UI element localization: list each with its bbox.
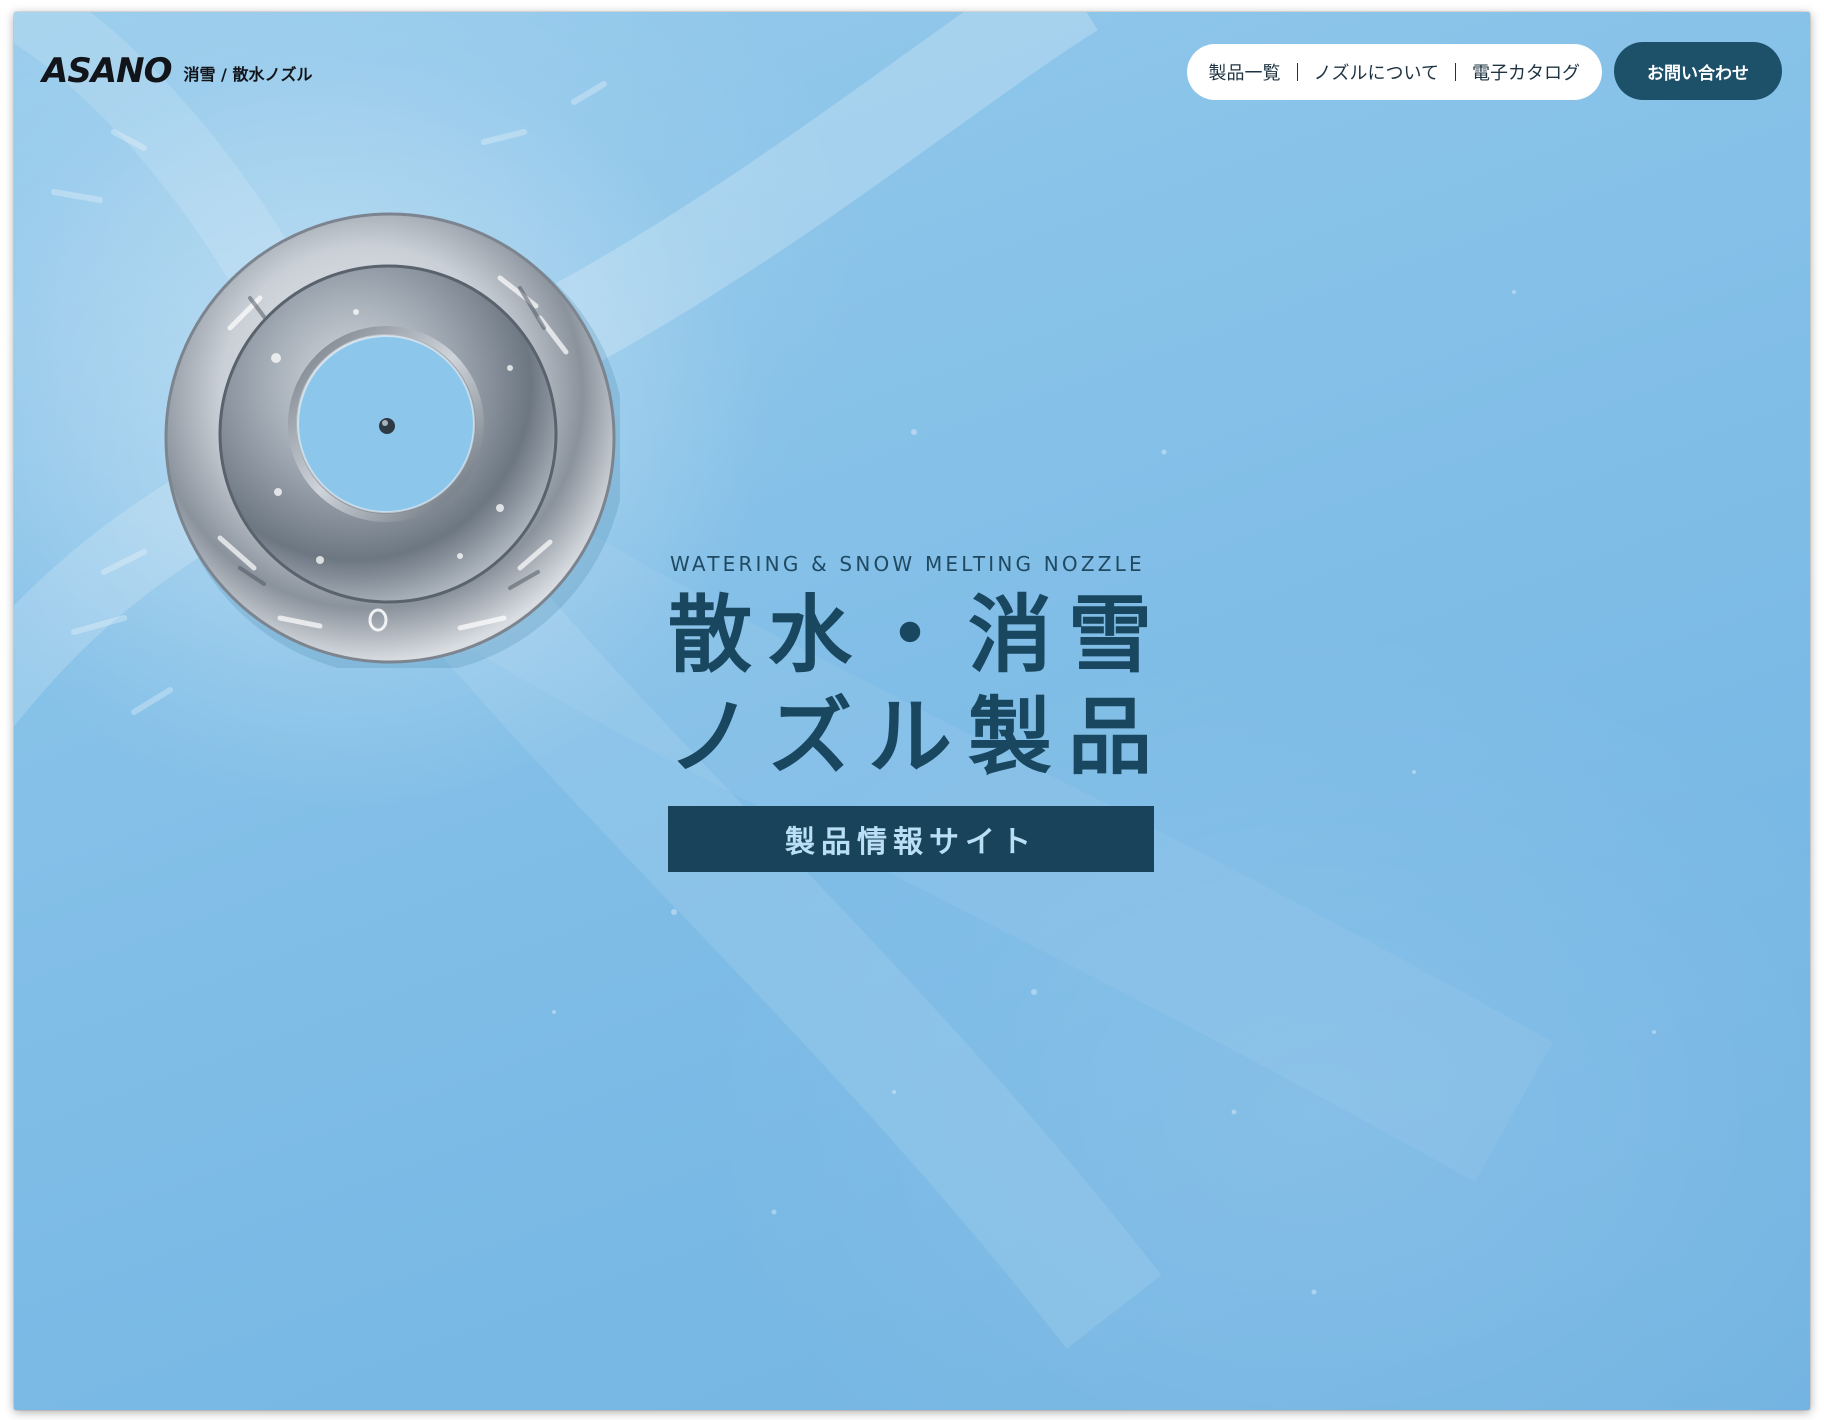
- nav-divider: [1296, 63, 1298, 81]
- nav-item-e-catalog[interactable]: 電子カタログ: [1472, 59, 1580, 85]
- page-viewport: ASANO 消雪 / 散水ノズル 製品一覧 ノズルについて 電子カタログ お問い…: [14, 12, 1810, 1410]
- logo-wordmark: ASANO: [42, 51, 172, 91]
- nav-item-about-nozzle[interactable]: ノズルについて: [1314, 59, 1439, 85]
- hero-title-line-2: ノズル製品: [668, 688, 1169, 786]
- hero-english-tagline: WATERING & SNOW MELTING NOZZLE: [670, 552, 1145, 576]
- site-logo[interactable]: ASANO 消雪 / 散水ノズル: [42, 54, 312, 88]
- logo-subtitle: 消雪 / 散水ノズル: [183, 65, 313, 84]
- hero-title: 散水・消雪 ノズル製品: [668, 584, 1172, 788]
- main-nav: 製品一覧 ノズルについて 電子カタログ: [1186, 44, 1602, 100]
- hero-site-badge: 製品情報サイト: [668, 806, 1154, 872]
- nav-item-product-list[interactable]: 製品一覧: [1209, 59, 1281, 85]
- nozzle-image: [164, 212, 620, 668]
- contact-button[interactable]: お問い合わせ: [1614, 42, 1782, 100]
- hero-section: WATERING & SNOW MELTING NOZZLE 散水・消雪 ノズル…: [668, 552, 1172, 872]
- hero-title-line-1: 散水・消雪: [668, 586, 1169, 684]
- nav-divider: [1455, 63, 1456, 81]
